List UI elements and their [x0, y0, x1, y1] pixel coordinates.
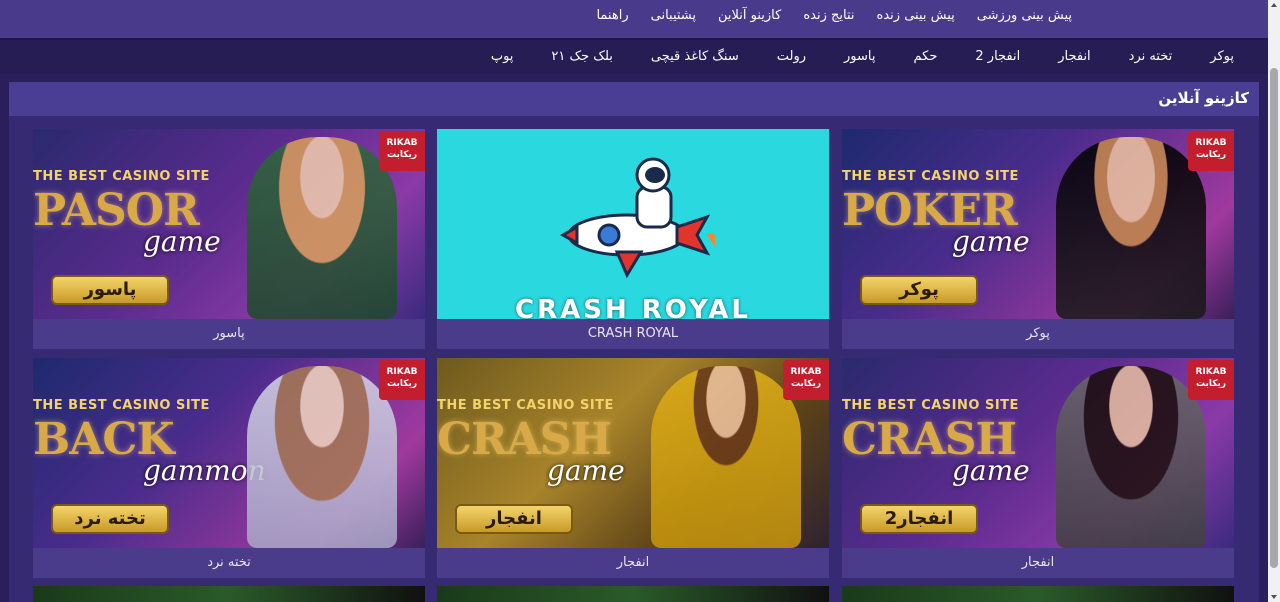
game-card-image[interactable]: THE BEST CASINO SITE POKER game پوکر RIK…: [842, 129, 1234, 319]
scrollbar-thumb[interactable]: [1270, 68, 1278, 568]
sub-nav-poker[interactable]: پوکر: [1210, 49, 1234, 64]
game-card-image[interactable]: THE BEST CASINO SITE PASOR game پاسور RI…: [33, 129, 425, 319]
astronaut-rocket-icon: [559, 157, 716, 279]
game-card-caption[interactable]: پوکر: [842, 319, 1234, 349]
section-header: کازینو آنلاین: [9, 82, 1259, 116]
sub-nav-hokm[interactable]: حکم: [914, 49, 938, 64]
promo-tagline: THE BEST CASINO SITE: [33, 169, 210, 184]
promo-script-text: game: [547, 454, 625, 487]
sub-nav-list: پوکر تخته نرد انفجار انفجار 2 حکم پاسور …: [491, 49, 1234, 64]
promo-script-text: game: [952, 225, 1030, 258]
vertical-scrollbar[interactable]: [1268, 0, 1280, 602]
sub-nav-blackjack[interactable]: بلک جک ۲۱: [551, 49, 612, 64]
top-nav-sports-prediction[interactable]: پیش بینی ورزشی: [977, 8, 1072, 23]
promo-badge: انفجار2: [860, 504, 978, 534]
model-photo: [247, 366, 397, 548]
top-nav-online-casino[interactable]: کازینو آنلاین: [718, 8, 781, 23]
game-card-backgammon[interactable]: THE BEST CASINO SITE BACK gammon تخته نر…: [33, 358, 425, 578]
sub-nav-pop[interactable]: پوپ: [491, 49, 514, 64]
promo-script-text: game: [143, 225, 221, 258]
brand-logo-icon: RIKAB ریکابت: [783, 360, 829, 400]
brand-logo-icon: RIKAB ریکابت: [379, 131, 425, 171]
game-card-pasor[interactable]: THE BEST CASINO SITE PASOR game پاسور RI…: [33, 129, 425, 349]
game-card-caption[interactable]: انفجار: [842, 548, 1234, 578]
crash-royal-title: CRASH ROYAL: [515, 295, 751, 319]
sub-nav-crash-2[interactable]: انفجار 2: [975, 49, 1020, 64]
game-card-image[interactable]: THE BEST CASINO SITE BACK gammon تخته نر…: [33, 358, 425, 548]
game-card-caption[interactable]: CRASH ROYAL: [437, 319, 829, 349]
game-card-crash[interactable]: THE BEST CASINO SITE CRASH game انفجار R…: [437, 358, 829, 578]
game-card-crash-royal[interactable]: CRASH ROYAL CRASH ROYAL: [437, 129, 829, 349]
sub-nav-rock-paper-scissors[interactable]: سنگ کاغذ قیچی: [651, 49, 739, 64]
sub-nav-backgammon[interactable]: تخته نرد: [1129, 49, 1173, 64]
top-navigation: پیش بینی ورزشی پیش بینی زنده نتایج زنده …: [0, 0, 1268, 38]
game-card-partial[interactable]: [437, 586, 829, 602]
top-nav-list: پیش بینی ورزشی پیش بینی زنده نتایج زنده …: [596, 8, 1072, 23]
game-card-partial[interactable]: [842, 586, 1234, 602]
top-nav-live-prediction[interactable]: پیش بینی زنده: [877, 8, 955, 23]
promo-tagline: THE BEST CASINO SITE: [842, 169, 1019, 184]
brand-logo-icon: RIKAB ریکابت: [379, 360, 425, 400]
top-nav-support[interactable]: پشتیبانی: [651, 8, 696, 23]
sub-nav-pasor[interactable]: پاسور: [844, 49, 875, 64]
game-card-caption[interactable]: پاسور: [33, 319, 425, 349]
brand-logo-icon: RIKAB ریکابت: [1188, 360, 1234, 400]
game-card-image[interactable]: THE BEST CASINO SITE CRASH game انفجار2 …: [842, 358, 1234, 548]
sub-nav-crash[interactable]: انفجار: [1058, 49, 1090, 64]
top-nav-help[interactable]: راهنما: [596, 8, 628, 23]
promo-badge: پاسور: [51, 275, 169, 305]
game-card-poker[interactable]: THE BEST CASINO SITE POKER game پوکر RIK…: [842, 129, 1234, 349]
top-nav-live-results[interactable]: نتایج زنده: [803, 8, 854, 23]
section-title: کازینو آنلاین: [1158, 89, 1249, 107]
promo-tagline: THE BEST CASINO SITE: [33, 398, 210, 413]
model-photo: [1056, 137, 1206, 319]
promo-tagline: THE BEST CASINO SITE: [437, 398, 614, 413]
model-photo: [1056, 366, 1206, 548]
game-card-image[interactable]: CRASH ROYAL: [437, 129, 829, 319]
game-card-image[interactable]: THE BEST CASINO SITE CRASH game انفجار R…: [437, 358, 829, 548]
games-sub-navigation: پوکر تخته نرد انفجار انفجار 2 حکم پاسور …: [0, 38, 1268, 74]
game-card-partial[interactable]: [33, 586, 425, 602]
scroll-up-arrow-icon[interactable]: [1271, 3, 1277, 7]
game-card-caption[interactable]: انفجار: [437, 548, 829, 578]
promo-badge: پوکر: [860, 275, 978, 305]
game-card-caption[interactable]: تخته نرد: [33, 548, 425, 578]
model-photo: [247, 137, 397, 319]
brand-logo-icon: RIKAB ریکابت: [1188, 131, 1234, 171]
promo-badge: انفجار: [455, 504, 573, 534]
game-card-crash-2[interactable]: THE BEST CASINO SITE CRASH game انفجار2 …: [842, 358, 1234, 578]
promo-badge: تخته نرد: [51, 504, 169, 534]
promo-tagline: THE BEST CASINO SITE: [842, 398, 1019, 413]
sub-nav-roulette[interactable]: رولت: [777, 49, 806, 64]
scroll-down-arrow-icon[interactable]: [1271, 595, 1277, 599]
promo-script-text: game: [952, 454, 1030, 487]
model-photo: [651, 366, 801, 548]
